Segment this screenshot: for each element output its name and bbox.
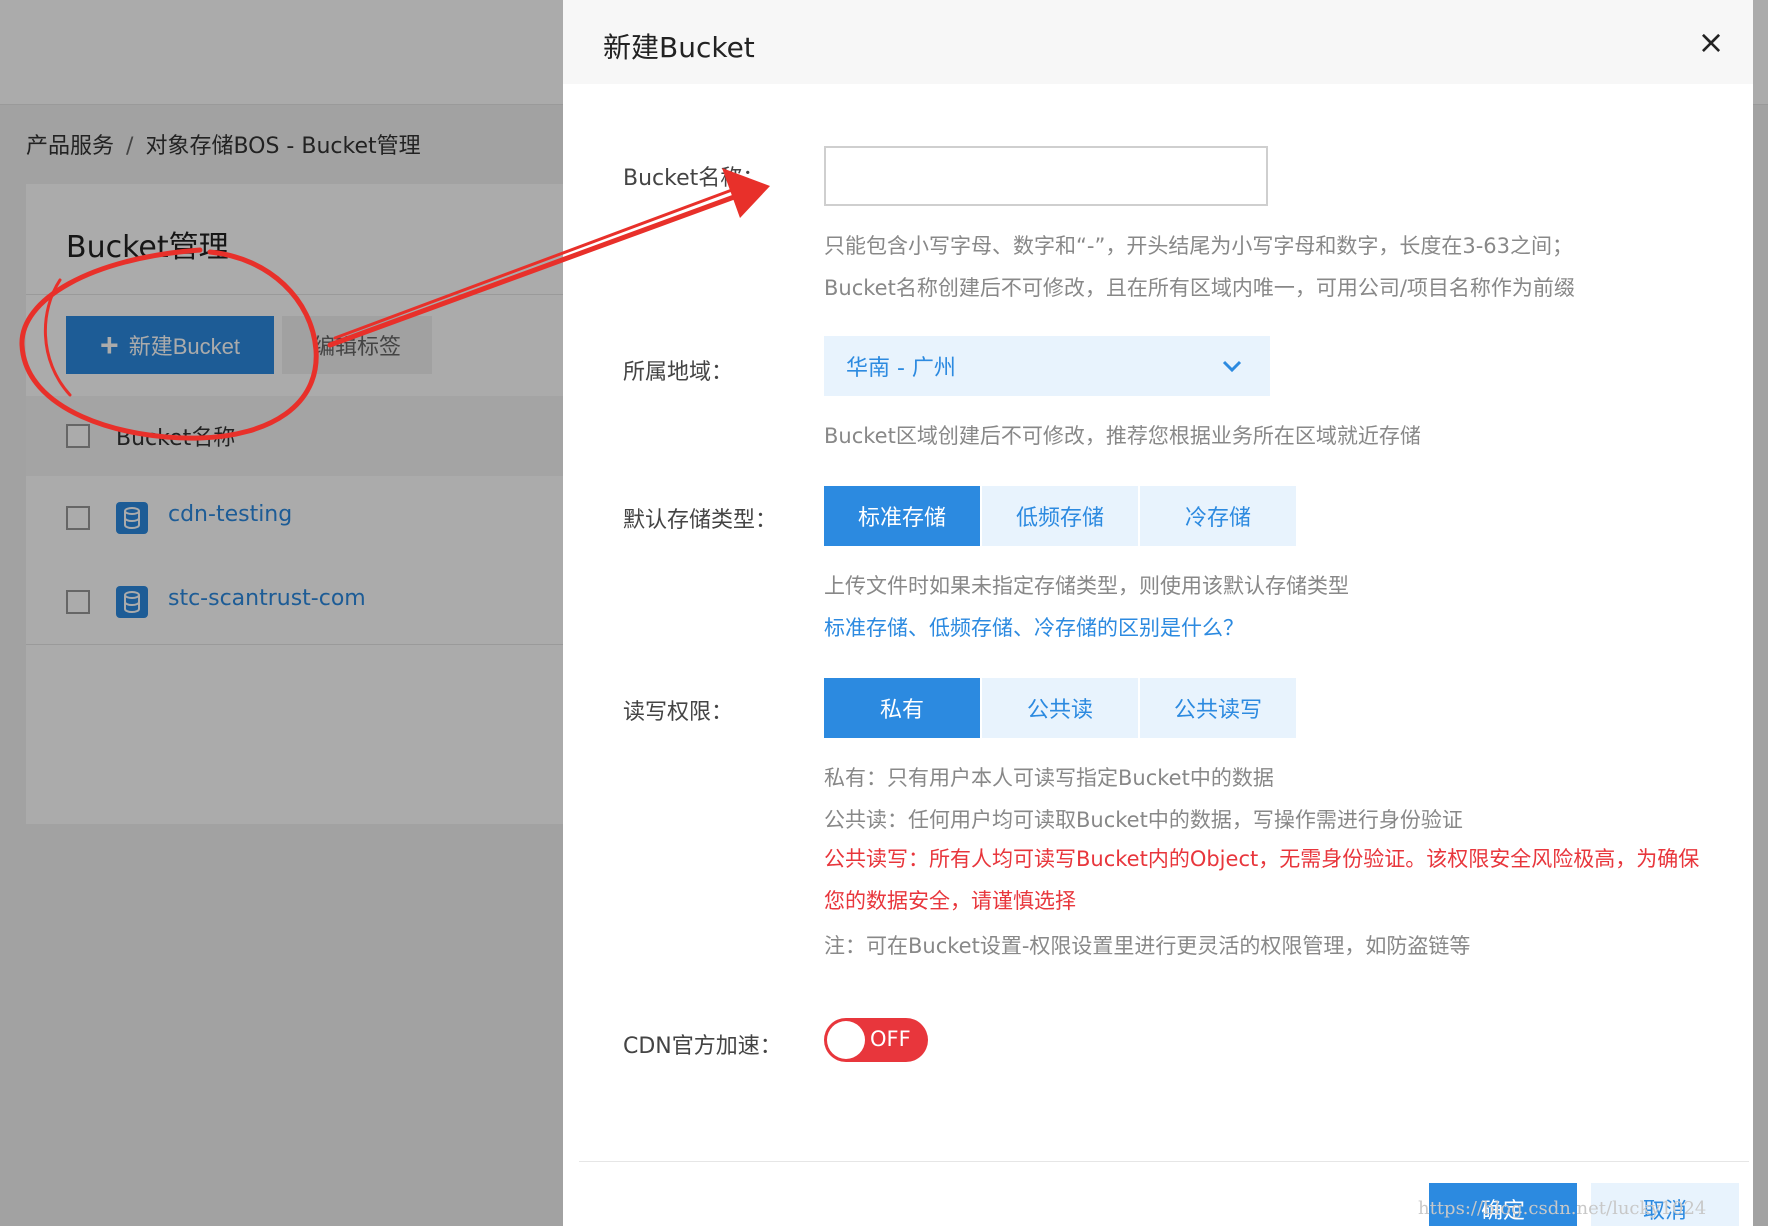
storage-class-infrequent[interactable]: 低频存储 [982, 486, 1138, 546]
storage-class-help-link[interactable]: 标准存储、低频存储、冷存储的区别是什么？ [824, 612, 1244, 642]
close-icon[interactable]: × [1693, 24, 1729, 60]
storage-class-label: 默认存储类型： [623, 508, 778, 533]
acl-hint-public-read: 公共读：任何用户均可读取Bucket中的数据，写操作需进行身份验证 [824, 808, 1463, 832]
toggle-knob [827, 1021, 865, 1059]
new-bucket-dialog: 新建Bucket × Bucket名称： 只能包含小写字母、数字和“-”，开头结… [563, 0, 1753, 1226]
storage-class-hint: 上传文件时如果未指定存储类型，则使用该默认存储类型 [824, 574, 1349, 598]
acl-hint-private: 私有：只有用户本人可读写指定Bucket中的数据 [824, 766, 1274, 790]
dialog-header: 新建Bucket × [563, 0, 1753, 84]
region-select[interactable]: 华南 - 广州 [824, 336, 1270, 396]
acl-public-read-write[interactable]: 公共读写 [1140, 678, 1296, 738]
region-selected-value: 华南 - 广州 [846, 356, 956, 381]
storage-class-cold[interactable]: 冷存储 [1140, 486, 1296, 546]
chevron-down-icon [1220, 354, 1244, 382]
cdn-toggle-state: OFF [870, 1027, 911, 1051]
bucket-name-label: Bucket名称： [623, 166, 765, 191]
cdn-toggle[interactable]: OFF [824, 1018, 928, 1062]
acl-label: 读写权限： [623, 700, 734, 725]
acl-public-read[interactable]: 公共读 [982, 678, 1138, 738]
cdn-label: CDN官方加速： [623, 1034, 782, 1059]
storage-class-standard[interactable]: 标准存储 [824, 486, 980, 546]
storage-class-selector: 标准存储 低频存储 冷存储 [824, 486, 1296, 546]
region-hint: Bucket区域创建后不可修改，推荐您根据业务所在区域就近存储 [824, 424, 1421, 448]
dialog-title: 新建Bucket [603, 31, 755, 64]
acl-hint-public-read-write-warning: 公共读写：所有人均可读写Bucket内的Object，无需身份验证。该权限安全风… [824, 847, 1700, 913]
bucket-name-hint-1: 只能包含小写字母、数字和“-”，开头结尾为小写字母和数字，长度在3-63之间； [824, 234, 1573, 258]
footer-divider [579, 1161, 1749, 1162]
acl-selector: 私有 公共读 公共读写 [824, 678, 1296, 738]
watermark: https://blog.csdn.net/lucky1024 [1418, 1198, 1707, 1219]
bucket-name-hint-2: Bucket名称创建后不可修改，且在所有区域内唯一，可用公司/项目名称作为前缀 [824, 276, 1575, 300]
bucket-name-input[interactable] [824, 146, 1268, 206]
acl-private[interactable]: 私有 [824, 678, 980, 738]
region-label: 所属地域： [623, 360, 734, 385]
acl-note: 注：可在Bucket设置-权限设置里进行更灵活的权限管理，如防盗链等 [824, 934, 1471, 958]
